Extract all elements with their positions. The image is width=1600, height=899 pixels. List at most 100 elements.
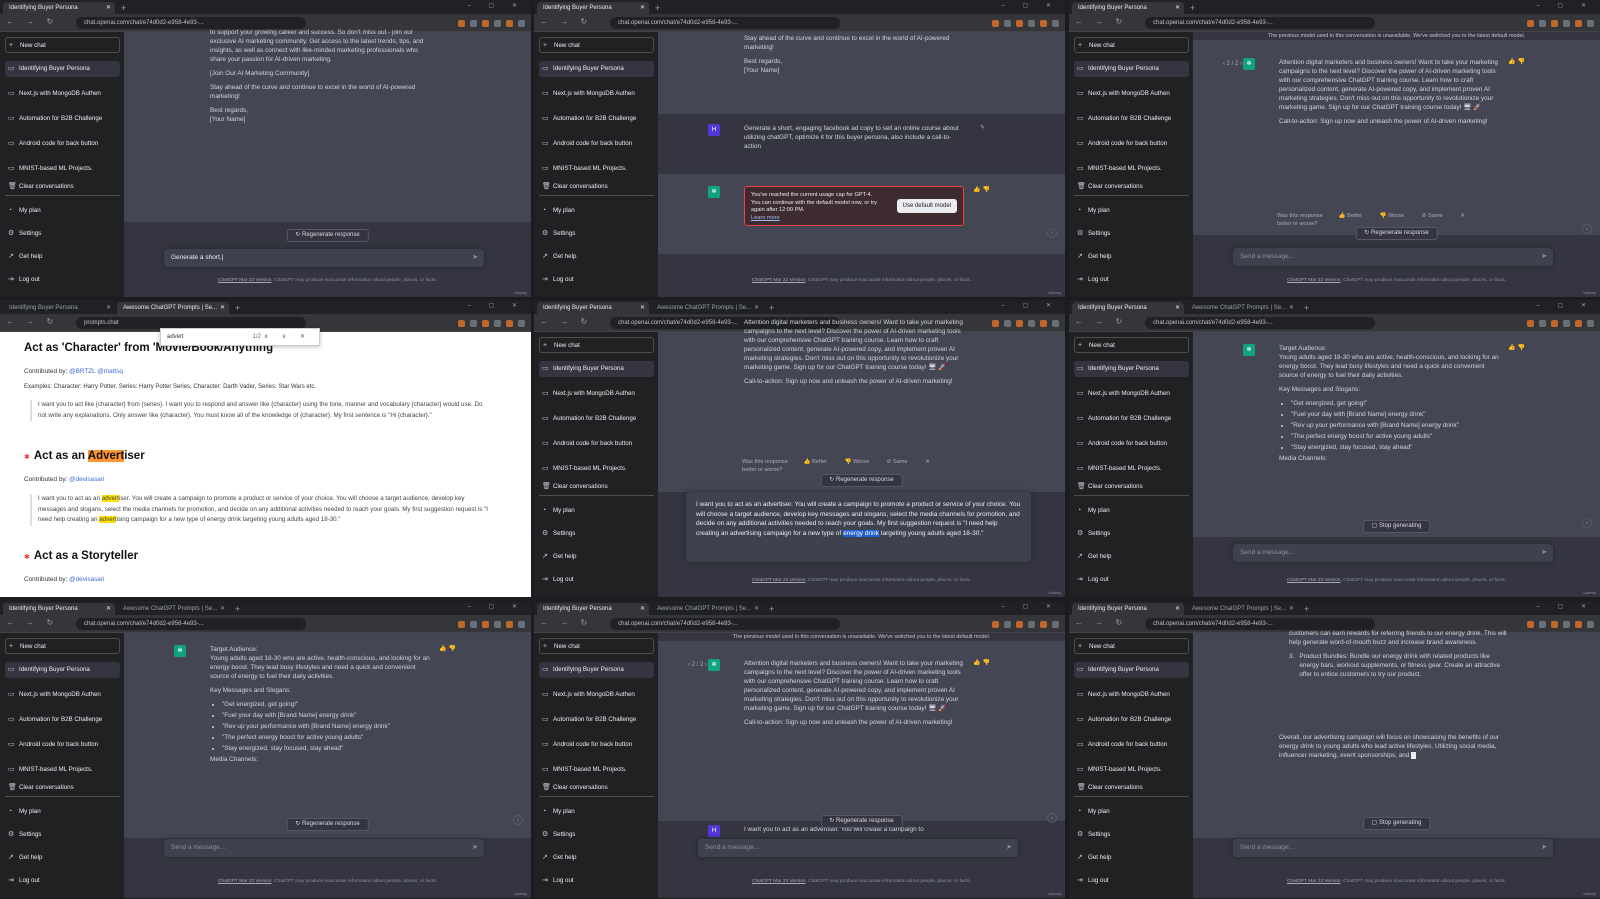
browser-tab[interactable]: Identifying Buyer Persona ✕ xyxy=(537,302,649,314)
close-icon[interactable]: ✕ xyxy=(106,603,111,615)
url-field[interactable]: chat.openai.com/chat/e74d0d2-e958-4e93-.… xyxy=(610,17,840,29)
close-icon[interactable]: ✕ xyxy=(640,603,645,615)
my-plan-button[interactable]: ◔ My plan xyxy=(539,503,654,519)
send-icon[interactable]: ➤ xyxy=(1541,839,1547,857)
version-link[interactable]: ChatGPT Mar 23 Version xyxy=(1287,578,1341,583)
scroll-down-icon[interactable]: ↓ xyxy=(513,815,523,825)
new-chat-button[interactable]: + New chat xyxy=(1074,337,1189,353)
better-button[interactable]: 👍 Better xyxy=(804,458,835,466)
sidebar-conversation-active[interactable]: ▭ Identifying Buyer Persona xyxy=(5,662,120,678)
my-plan-button[interactable]: ◔ My plan xyxy=(1074,203,1189,219)
my-plan-button[interactable]: ◔ My plan xyxy=(1074,804,1189,820)
nav-buttons-icon[interactable]: ← → ↻ xyxy=(1075,618,1127,627)
clear-conversations-button[interactable]: 🗑 Clear conversations xyxy=(1074,179,1189,195)
response-pager[interactable]: ‹ 2 / 2 › xyxy=(688,661,707,670)
sidebar-conversation-active[interactable]: ▭ Identifying Buyer Persona xyxy=(5,61,120,77)
thumbs-icons[interactable]: 👍 👎 xyxy=(1508,344,1525,353)
sidebar-conversation[interactable]: ▭ Automation for B2B Challenge xyxy=(5,712,120,728)
version-link[interactable]: ChatGPT Mar 23 Version xyxy=(1287,879,1341,884)
nav-buttons-icon[interactable]: ← → ↻ xyxy=(1075,17,1127,26)
logout-button[interactable]: ⇥ Log out xyxy=(5,873,120,889)
sidebar-conversation[interactable]: ▭ Automation for B2B Challenge xyxy=(539,111,654,127)
close-icon[interactable]: ✕ xyxy=(1289,302,1294,314)
logout-button[interactable]: ⇥ Log out xyxy=(1074,272,1189,288)
browser-tab[interactable]: Identifying Buyer Persona ✕ xyxy=(3,2,115,14)
settings-button[interactable]: ⚙ Settings xyxy=(539,526,654,542)
settings-button[interactable]: ⚙ Settings xyxy=(539,827,654,843)
scroll-down-icon[interactable]: ↓ xyxy=(1047,228,1057,238)
close-icon[interactable]: ✕ xyxy=(640,2,645,14)
version-link[interactable]: ChatGPT Mar 23 Version xyxy=(752,278,806,283)
sidebar-conversation[interactable]: ▭ Next.js with MongoDB Authen xyxy=(5,86,120,102)
sidebar-conversation[interactable]: ▭ Automation for B2B Challenge xyxy=(5,111,120,127)
regenerate-button[interactable]: ↻ Regenerate response xyxy=(1355,227,1438,240)
edit-icon[interactable]: ✎ xyxy=(980,124,985,133)
sidebar-conversation[interactable]: ▭ Android code for back button xyxy=(1074,136,1189,152)
get-help-button[interactable]: ↗ Get help xyxy=(1074,549,1189,565)
my-plan-button[interactable]: ◔ My plan xyxy=(539,804,654,820)
close-icon[interactable]: ✕ xyxy=(220,302,225,314)
send-icon[interactable]: ➤ xyxy=(1541,248,1547,266)
sidebar-conversation[interactable]: ▭ Automation for B2B Challenge xyxy=(1074,111,1189,127)
regenerate-button[interactable]: ↻ Regenerate response xyxy=(820,815,903,828)
new-chat-button[interactable]: + New chat xyxy=(1074,638,1189,654)
sidebar-conversation[interactable]: ▭ Android code for back button xyxy=(1074,436,1189,452)
window-controls[interactable]: – ▢ ✕ xyxy=(468,302,525,309)
extension-icons[interactable] xyxy=(1404,317,1594,329)
close-icon[interactable]: ✕ xyxy=(754,302,759,314)
new-tab-icon[interactable]: + xyxy=(651,2,664,14)
sidebar-conversation[interactable]: ▭ Android code for back button xyxy=(539,436,654,452)
my-plan-button[interactable]: ◔ My plan xyxy=(539,203,654,219)
browser-tab[interactable]: Identifying Buyer Persona ✕ xyxy=(1072,603,1184,615)
thumbs-icons[interactable]: 👍 👎 xyxy=(973,186,990,195)
extension-icons[interactable] xyxy=(335,618,525,630)
browser-tab[interactable]: Awesome ChatGPT Prompts | Se... ✕ xyxy=(651,302,763,314)
thumbs-icons[interactable]: 👍 👎 xyxy=(1508,58,1525,67)
url-field[interactable]: chat.openai.com/chat/e74d0d2-e958-4e93-.… xyxy=(1145,317,1375,329)
close-icon[interactable]: ✕ xyxy=(640,302,645,314)
sidebar-conversation[interactable]: ▭ Automation for B2B Challenge xyxy=(539,411,654,427)
send-icon[interactable]: ➤ xyxy=(1541,544,1547,562)
sidebar-conversation-active[interactable]: ▭ Identifying Buyer Persona xyxy=(1074,61,1189,77)
clear-conversations-button[interactable]: 🗑 Clear conversations xyxy=(539,479,654,495)
settings-button[interactable]: ⚙ Settings xyxy=(5,827,120,843)
sidebar-conversation[interactable]: ▭ MNIST-based ML Projects. xyxy=(1074,762,1189,778)
new-chat-button[interactable]: + New chat xyxy=(539,337,654,353)
clear-conversations-button[interactable]: 🗑 Clear conversations xyxy=(1074,479,1189,495)
sidebar-conversation[interactable]: ▭ MNIST-based ML Projects. xyxy=(1074,161,1189,177)
browser-tab[interactable]: Identifying Buyer Persona ✕ xyxy=(3,603,115,615)
new-chat-button[interactable]: + New chat xyxy=(1074,37,1189,53)
logout-button[interactable]: ⇥ Log out xyxy=(1074,572,1189,588)
my-plan-button[interactable]: ◔ My plan xyxy=(5,203,120,219)
sidebar-conversation[interactable]: ▭ MNIST-based ML Projects. xyxy=(5,762,120,778)
regenerate-button[interactable]: ↻ Regenerate response xyxy=(286,818,369,831)
sidebar-conversation[interactable]: ▭ Automation for B2B Challenge xyxy=(1074,411,1189,427)
message-input[interactable]: I want you to act as an advertiser. You … xyxy=(686,492,1031,562)
version-link[interactable]: ChatGPT Mar 23 Version xyxy=(1287,278,1341,283)
settings-button[interactable]: ⚙ Settings xyxy=(1074,526,1189,542)
extension-icons[interactable] xyxy=(869,618,1059,630)
find-input[interactable]: advert xyxy=(167,334,184,340)
browser-tab[interactable]: Awesome ChatGPT Prompts | Se... ✕ xyxy=(1186,302,1298,314)
window-controls[interactable]: – ▢ ✕ xyxy=(1537,603,1594,610)
sidebar-conversation[interactable]: ▭ Next.js with MongoDB Authen xyxy=(1074,86,1189,102)
clear-conversations-button[interactable]: 🗑 Clear conversations xyxy=(1074,780,1189,796)
extension-icons[interactable] xyxy=(335,317,525,329)
get-help-button[interactable]: ↗ Get help xyxy=(5,850,120,866)
get-help-button[interactable]: ↗ Get help xyxy=(539,249,654,265)
browser-tab[interactable]: Awesome ChatGPT Prompts | Se... ✕ xyxy=(651,603,763,615)
extension-icons[interactable] xyxy=(869,17,1059,29)
sidebar-conversation[interactable]: ▭ Android code for back button xyxy=(5,136,120,152)
close-icon[interactable]: ✕ xyxy=(1175,2,1180,14)
sidebar-conversation[interactable]: ▭ MNIST-based ML Projects. xyxy=(539,461,654,477)
get-help-button[interactable]: ↗ Get help xyxy=(539,850,654,866)
sidebar-conversation[interactable]: ▭ Next.js with MongoDB Authen xyxy=(539,687,654,703)
clear-conversations-button[interactable]: 🗑 Clear conversations xyxy=(5,780,120,796)
version-link[interactable]: ChatGPT Mar 23 Version xyxy=(218,879,272,884)
logout-button[interactable]: ⇥ Log out xyxy=(539,873,654,889)
sidebar-conversation[interactable]: ▭ Android code for back button xyxy=(539,737,654,753)
stop-generating-button[interactable]: ▢ Stop generating xyxy=(1362,817,1431,830)
sidebar-conversation[interactable]: ▭ Next.js with MongoDB Authen xyxy=(539,386,654,402)
sidebar-conversation-active[interactable]: ▭ Identifying Buyer Persona xyxy=(539,61,654,77)
message-input[interactable]: Send a message... ➤ xyxy=(698,839,1018,857)
